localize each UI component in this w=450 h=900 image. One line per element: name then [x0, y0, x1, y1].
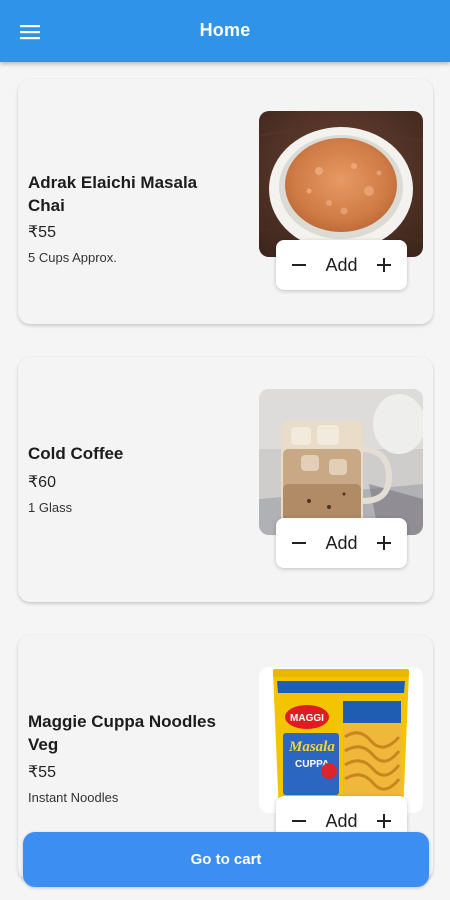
plus-icon[interactable]: [374, 811, 394, 831]
maggi-logo: MAGGI: [290, 713, 324, 724]
product-list[interactable]: Adrak Elaichi Masala Chai ₹55 5 Cups App…: [0, 62, 450, 900]
minus-icon[interactable]: [289, 533, 309, 553]
minus-icon[interactable]: [289, 255, 309, 275]
minus-icon[interactable]: [289, 811, 309, 831]
product-quantity-note: 1 Glass: [28, 500, 73, 515]
plus-icon[interactable]: [374, 533, 394, 553]
product-name: Adrak Elaichi Masala Chai: [28, 173, 198, 215]
product-price: ₹55: [28, 224, 56, 241]
svg-text:Masala: Masala: [288, 739, 335, 755]
product-quantity-note: 5 Cups Approx.: [28, 250, 117, 265]
add-button[interactable]: Add: [325, 255, 357, 276]
maggi-cuppa-noodles-image: MAGGI Masala CUPPA: [259, 667, 423, 813]
product-card[interactable]: Adrak Elaichi Masala Chai ₹55 5 Cups App…: [18, 79, 433, 324]
quantity-stepper[interactable]: Add: [276, 518, 407, 568]
add-button[interactable]: Add: [325, 533, 357, 554]
app-bar: Home: [0, 0, 450, 62]
go-to-cart-button[interactable]: Go to cart: [23, 832, 429, 887]
product-price: ₹60: [28, 474, 56, 491]
product-price: ₹55: [28, 764, 56, 781]
quantity-stepper[interactable]: Add: [276, 240, 407, 290]
product-name: Maggie Cuppa Noodles Veg: [28, 712, 216, 754]
plus-icon[interactable]: [374, 255, 394, 275]
product-name: Cold Coffee: [28, 444, 124, 463]
product-card[interactable]: Cold Coffee ₹60 1 Glass Add: [18, 357, 433, 602]
cold-coffee-glass-image: [259, 389, 423, 535]
add-button[interactable]: Add: [325, 811, 357, 832]
page-title: Home: [199, 20, 251, 40]
masala-chai-cup-image: [259, 111, 423, 257]
product-quantity-note: Instant Noodles: [28, 790, 119, 805]
